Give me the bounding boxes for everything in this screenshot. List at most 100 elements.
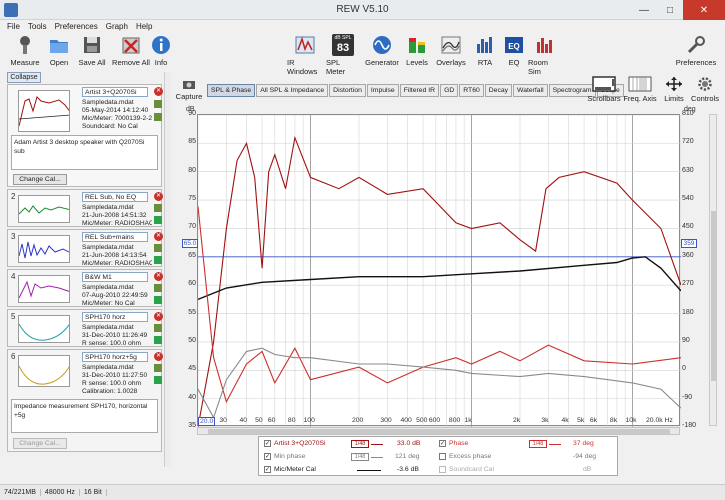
measurement-info-icon[interactable] — [154, 336, 162, 344]
remove-measurement-icon[interactable]: ✕ — [154, 272, 163, 281]
save-measurement-icon[interactable] — [154, 284, 162, 292]
remove-measurement-icon[interactable]: ✕ — [154, 312, 163, 321]
menu-graph[interactable]: Graph — [106, 22, 128, 31]
tab-gd[interactable]: GD — [440, 84, 459, 97]
collapse-button[interactable]: Collapse — [7, 72, 41, 83]
scrollbars-button[interactable]: Scrollbars — [587, 76, 621, 103]
smoothing-badge[interactable]: 1/48 — [351, 440, 369, 448]
save-measurement-icon[interactable] — [154, 324, 162, 332]
save-measurement-icon[interactable] — [154, 204, 162, 212]
remove-measurement-icon[interactable]: ✕ — [154, 232, 163, 241]
measurement-name-input[interactable]: Artist 3+Q2070Si — [82, 87, 148, 97]
legend-label: Min phase — [274, 453, 306, 460]
tab-all-spl-impedance[interactable]: All SPL & Impedance — [256, 84, 329, 97]
capture-button[interactable]: Capture — [176, 78, 202, 101]
open-button[interactable]: Open — [46, 34, 72, 67]
ir-windows-button[interactable]: IR Windows — [287, 34, 323, 76]
legend-row-phase[interactable]: ✓ Phase — [439, 440, 468, 447]
levels-button[interactable]: Levels — [404, 34, 430, 67]
measurement-notes[interactable]: Impedance measurement SPH170, horizontal… — [11, 399, 158, 433]
close-button[interactable]: ✕ — [683, 0, 725, 20]
rta-button[interactable]: RTA — [474, 34, 496, 67]
tab-distortion[interactable]: Distortion — [329, 84, 366, 97]
measurement-name-input[interactable]: REL Sub+mains — [82, 232, 148, 242]
measurement-card-3[interactable]: 3 REL Sub+mains Sampledata.mdat 21-Jun-2… — [7, 229, 163, 267]
maximize-button[interactable]: □ — [657, 0, 683, 20]
measurement-name-input[interactable]: SPH170 horz+5g — [82, 352, 148, 362]
spl-meter-button[interactable]: dB SPL 83 SPL Meter — [326, 34, 360, 76]
measurement-card-1[interactable]: Artist 3+Q2070Si Sampledata.mdat 05-May-… — [7, 84, 163, 187]
measurement-info-icon[interactable] — [154, 376, 162, 384]
save-all-button[interactable]: Save All — [75, 34, 109, 67]
legend-row-min-phase[interactable]: ✓ Min phase — [264, 453, 305, 460]
freq-axis-icon — [628, 76, 652, 92]
measurement-name-input[interactable]: REL Sub, No EQ — [82, 192, 148, 202]
graph-vertical-scrollbar[interactable] — [709, 114, 717, 426]
x-tick-label: 40 — [239, 417, 248, 424]
change-cal-button[interactable]: Change Cal... — [13, 438, 67, 449]
menu-preferences[interactable]: Preferences — [55, 22, 98, 31]
tab-decay[interactable]: Decay — [484, 84, 513, 97]
measurement-number: 5 — [11, 312, 16, 321]
measure-button[interactable]: Measure — [6, 34, 44, 67]
plot-area[interactable] — [197, 114, 682, 428]
measurement-name-input[interactable]: SPH170 horz — [82, 312, 148, 322]
measurement-name-input[interactable]: B&W M1 — [82, 272, 148, 282]
legend-row-excess-phase[interactable]: Excess phase — [439, 453, 491, 460]
tab-rt60[interactable]: RT60 — [459, 84, 484, 97]
smoothing-badge[interactable]: 1/48 — [351, 453, 369, 461]
legend-checkbox[interactable] — [439, 466, 446, 473]
spl-phase-graph[interactable] — [197, 114, 682, 428]
measurement-info-icon[interactable] — [154, 113, 162, 121]
change-cal-button[interactable]: Change Cal... — [13, 174, 67, 185]
measurement-card-6[interactable]: 6 SPH170 horz+5g Sampledata.mdat 31-Dec-… — [7, 349, 163, 452]
legend-row-artist[interactable]: ✓ Artist 3+Q2070Si — [264, 440, 326, 447]
tab-impulse[interactable]: Impulse — [366, 84, 399, 97]
legend-row-soundcard-cal[interactable]: Soundcard Cal — [439, 466, 494, 473]
preferences-button[interactable]: Preferences — [675, 34, 717, 67]
menu-file[interactable]: File — [7, 22, 20, 31]
legend-checkbox[interactable]: ✓ — [439, 440, 446, 447]
y2-tick-label: -90 — [682, 393, 693, 401]
freq-axis-button[interactable]: Freq. Axis — [623, 76, 657, 103]
tab-waterfall[interactable]: Waterfall — [513, 84, 548, 97]
eq-button[interactable]: EQ EQ — [503, 34, 525, 67]
measurement-info-icon[interactable] — [154, 296, 162, 304]
menu-tools[interactable]: Tools — [28, 22, 47, 31]
legend-checkbox[interactable]: ✓ — [264, 440, 271, 447]
minimize-button[interactable]: — — [631, 0, 657, 20]
controls-button[interactable]: Controls — [690, 76, 720, 103]
scrollbar-thumb[interactable] — [208, 429, 670, 434]
smoothing-badge[interactable]: 1/48 — [529, 440, 547, 448]
y2-tick-label: 360 — [682, 251, 694, 259]
remove-measurement-icon[interactable]: ✕ — [154, 352, 163, 361]
measurement-notes[interactable]: Adam Artist 3 desktop speaker with Q2070… — [11, 135, 158, 170]
measurement-info-icon[interactable] — [154, 256, 162, 264]
room-sim-button[interactable]: Room Sim — [528, 34, 562, 76]
limits-button[interactable]: Limits — [661, 76, 687, 103]
measurement-card-2[interactable]: 2 REL Sub, No EQ Sampledata.mdat 21-Jun-… — [7, 189, 163, 227]
save-measurement-icon[interactable] — [154, 244, 162, 252]
y-tick-label: 75 — [188, 195, 196, 203]
legend-row-mic-cal[interactable]: ✓ Mic/Meter Cal — [264, 466, 316, 473]
overlays-button[interactable]: Overlays — [436, 34, 466, 67]
measurements-scrollbar[interactable] — [164, 72, 171, 467]
info-button[interactable]: Info — [151, 34, 171, 67]
legend-checkbox[interactable]: ✓ — [264, 453, 271, 460]
measurement-card-5[interactable]: 5 SPH170 horz Sampledata.mdat 31-Dec-201… — [7, 309, 163, 347]
remove-all-button[interactable]: Remove All — [112, 34, 150, 67]
legend-checkbox[interactable]: ✓ — [264, 466, 271, 473]
save-measurement-icon[interactable] — [154, 364, 162, 372]
remove-measurement-icon[interactable]: ✕ — [154, 192, 163, 201]
graph-horizontal-scrollbar[interactable] — [197, 427, 680, 435]
tab-spl-phase[interactable]: SPL & Phase — [207, 84, 256, 97]
measurement-info-icon[interactable] — [154, 216, 162, 224]
menu-help[interactable]: Help — [136, 22, 152, 31]
legend-checkbox[interactable] — [439, 453, 446, 460]
tab-filtered-ir[interactable]: Filtered IR — [399, 84, 440, 97]
measurement-card-4[interactable]: 4 B&W M1 Sampledata.mdat 07-Aug-2010 22:… — [7, 269, 163, 307]
remove-measurement-icon[interactable]: ✕ — [154, 87, 163, 96]
generator-button[interactable]: Generator — [365, 34, 399, 67]
vscroll-thumb[interactable] — [711, 211, 716, 381]
save-measurement-icon[interactable] — [154, 100, 162, 108]
